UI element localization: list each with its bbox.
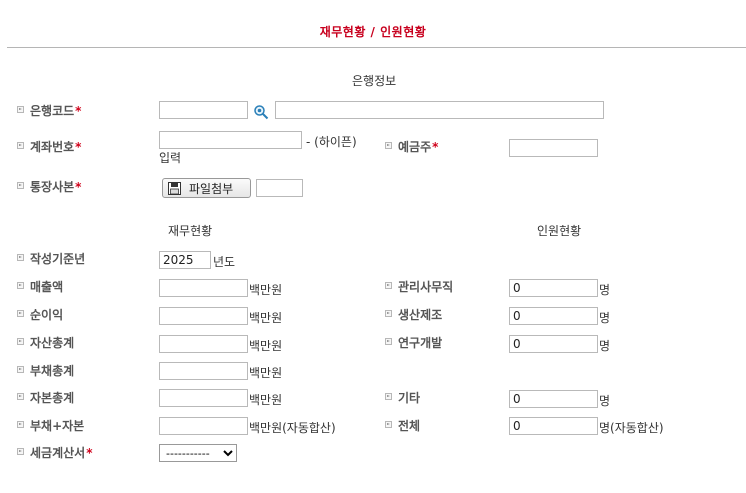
liabilities-plus-equity-unit: 백만원(자동합산) xyxy=(249,421,336,435)
bank-code-input[interactable] xyxy=(159,101,248,119)
bullet-icon xyxy=(17,254,24,261)
rnd-staff-input[interactable] xyxy=(509,335,598,353)
account-hint: - (하이픈) xyxy=(306,135,357,149)
total-equity-label: 자본총계 xyxy=(17,389,74,406)
admin-staff-unit: 명 xyxy=(599,283,611,297)
base-year-input[interactable] xyxy=(159,251,211,269)
production-staff-input[interactable] xyxy=(509,307,598,325)
bullet-icon xyxy=(385,310,392,317)
admin-staff-label: 관리사무직 xyxy=(385,278,453,295)
bullet-icon xyxy=(17,282,24,289)
bullet-icon xyxy=(17,421,24,428)
net-income-input[interactable] xyxy=(159,307,248,325)
base-year-label: 작성기준년 xyxy=(17,250,85,267)
total-staff-unit: 명(자동합산) xyxy=(599,421,664,435)
total-liabilities-label: 부채총계 xyxy=(17,362,74,379)
file-name-input[interactable] xyxy=(256,179,303,197)
account-hint-2: 입력 xyxy=(159,151,182,165)
other-staff-unit: 명 xyxy=(599,394,611,408)
liabilities-plus-equity-label: 부채+자본 xyxy=(17,417,84,434)
bank-name-input[interactable] xyxy=(275,101,604,119)
bullet-icon xyxy=(385,142,392,149)
page-title: 재무현황 / 인원현황 xyxy=(319,25,427,39)
bullet-icon xyxy=(17,366,24,373)
bullet-icon xyxy=(17,310,24,317)
total-staff-input[interactable] xyxy=(509,417,598,435)
bankbook-copy-label: 통장사본* xyxy=(17,178,81,195)
net-income-unit: 백만원 xyxy=(249,311,283,325)
total-assets-input[interactable] xyxy=(159,335,248,353)
account-number-label: 계좌번호* xyxy=(17,138,81,155)
revenue-input[interactable] xyxy=(159,279,248,297)
bullet-icon xyxy=(17,182,24,189)
finance-section-title: 재무현황 xyxy=(168,224,213,238)
total-equity-input[interactable] xyxy=(159,389,248,407)
other-staff-input[interactable] xyxy=(509,390,598,408)
rnd-staff-label: 연구개발 xyxy=(385,334,442,351)
bank-code-label: 은행코드* xyxy=(17,102,81,119)
title-divider xyxy=(7,47,746,48)
total-assets-label: 자산총계 xyxy=(17,334,74,351)
total-staff-label: 전체 xyxy=(385,417,420,434)
production-staff-label: 생산제조 xyxy=(385,306,442,323)
depositor-label: 예금주* xyxy=(385,138,438,155)
net-income-label: 순이익 xyxy=(17,306,63,323)
bullet-icon xyxy=(385,393,392,400)
floppy-disk-icon xyxy=(168,181,181,195)
search-icon[interactable] xyxy=(253,104,269,120)
bullet-icon xyxy=(17,448,24,455)
bullet-icon xyxy=(17,338,24,345)
total-assets-unit: 백만원 xyxy=(249,339,283,353)
file-attach-button[interactable]: 파일첨부 xyxy=(162,178,251,198)
depositor-input[interactable] xyxy=(509,139,598,157)
bullet-icon xyxy=(385,421,392,428)
bullet-icon xyxy=(385,282,392,289)
bullet-icon xyxy=(17,393,24,400)
revenue-unit: 백만원 xyxy=(249,283,283,297)
account-number-input[interactable] xyxy=(159,131,302,149)
rnd-staff-unit: 명 xyxy=(599,339,611,353)
bullet-icon xyxy=(17,142,24,149)
admin-staff-input[interactable] xyxy=(509,279,598,297)
year-unit: 년도 xyxy=(213,255,236,269)
total-liabilities-input[interactable] xyxy=(159,362,248,380)
revenue-label: 매출액 xyxy=(17,278,63,295)
other-staff-label: 기타 xyxy=(385,389,420,406)
total-equity-unit: 백만원 xyxy=(249,393,283,407)
total-liabilities-unit: 백만원 xyxy=(249,366,283,380)
tax-invoice-label: 세금계산서* xyxy=(17,444,92,461)
production-staff-unit: 명 xyxy=(599,311,611,325)
bullet-icon xyxy=(385,338,392,345)
bank-section-title: 은행정보 xyxy=(352,74,397,88)
liabilities-plus-equity-input[interactable] xyxy=(159,417,248,435)
staff-section-title: 인원현황 xyxy=(537,224,582,238)
tax-invoice-select[interactable]: ----------- xyxy=(159,444,237,462)
bullet-icon xyxy=(17,106,24,113)
